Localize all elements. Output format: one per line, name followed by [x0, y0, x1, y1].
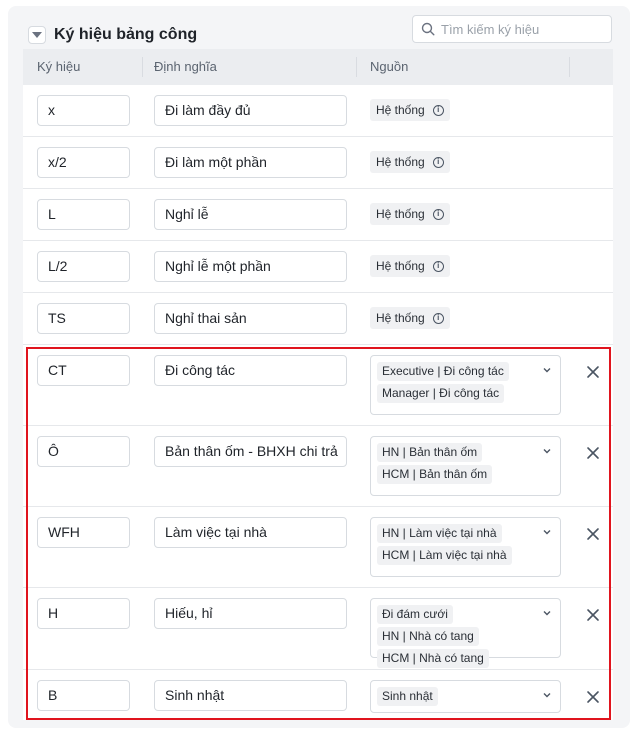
symbol-input[interactable]: B	[37, 680, 130, 711]
search-input[interactable]	[441, 21, 601, 37]
definition-input[interactable]: Đi làm một phần	[154, 147, 347, 178]
source-multiselect[interactable]: Executive | Đi công tác Manager | Đi công…	[370, 355, 561, 415]
definition-input[interactable]: Làm việc tại nhà	[154, 517, 347, 548]
table-row: CT Đi công tác Executive | Đi công tác Mana…	[23, 345, 613, 426]
symbol-input[interactable]: x/2	[37, 147, 130, 178]
source-tag: Hệ thống i	[370, 151, 450, 173]
source-chip: HN | Nhà có tang	[377, 627, 479, 646]
source-multiselect[interactable]: HN | Bản thân ốm HCM | Bản thân ốm	[370, 436, 561, 496]
symbol-input[interactable]: H	[37, 598, 130, 629]
table-row: H Hiếu, hỉ Đi đám cưới HN | Nhà có tang HCM …	[23, 588, 613, 670]
definition-input[interactable]: Đi làm đầy đủ	[154, 95, 347, 126]
source-label: Hệ thống	[376, 155, 425, 169]
info-icon[interactable]: i	[432, 208, 444, 220]
source-label: Hệ thống	[376, 103, 425, 117]
source-chip: Sinh nhật	[377, 687, 438, 706]
column-header-source: Nguồn	[370, 59, 409, 74]
source-multiselect[interactable]: Sinh nhật	[370, 680, 561, 713]
source-tag: Hệ thống i	[370, 255, 450, 277]
definition-input[interactable]: Nghỉ thai sản	[154, 303, 347, 334]
table-row: x/2 Đi làm một phần Hệ thống i	[23, 137, 613, 189]
table-row: WFH Làm việc tại nhà HN | Làm việc tại nhà…	[23, 507, 613, 588]
column-divider	[569, 57, 570, 77]
symbol-table: Ký hiệu Định nghĩa Nguồn x Đi làm đầy đủ H…	[23, 49, 613, 720]
table-row: L Nghỉ lễ Hệ thống i	[23, 189, 613, 241]
source-chip: Đi đám cưới	[377, 605, 453, 624]
definition-input[interactable]: Đi công tác	[154, 355, 347, 386]
source-label: Hệ thống	[376, 207, 425, 221]
symbol-input[interactable]: x	[37, 95, 130, 126]
column-header-definition: Định nghĩa	[154, 59, 217, 74]
chevron-down-icon[interactable]	[542, 691, 552, 699]
table-row: TS Nghỉ thai sản Hệ thống i	[23, 293, 613, 345]
column-divider	[142, 57, 143, 77]
symbol-input[interactable]: WFH	[37, 517, 130, 548]
info-icon[interactable]: i	[432, 156, 444, 168]
symbol-input[interactable]: CT	[37, 355, 130, 386]
source-chip: Manager | Đi công tác	[377, 384, 505, 403]
definition-input[interactable]: Sinh nhật	[154, 680, 347, 711]
source-chip: HCM | Bản thân ốm	[377, 465, 493, 484]
source-chip: HCM | Nhà có tang	[377, 649, 489, 668]
close-icon[interactable]	[586, 690, 600, 704]
close-icon[interactable]	[586, 365, 600, 379]
symbol-input[interactable]: Ô	[37, 436, 130, 467]
column-header-symbol: Ký hiệu	[37, 59, 81, 74]
source-label: Hệ thống	[376, 311, 425, 325]
chevron-down-icon[interactable]	[542, 528, 552, 536]
collapse-button[interactable]	[28, 26, 46, 44]
chevron-down-icon[interactable]	[542, 447, 552, 455]
section-header: Ký hiệu bảng công	[28, 22, 197, 48]
source-multiselect[interactable]: Đi đám cưới HN | Nhà có tang HCM | Nhà có …	[370, 598, 561, 668]
source-label: Hệ thống	[376, 259, 425, 273]
section-title: Ký hiệu bảng công	[54, 26, 198, 43]
definition-input[interactable]: Nghỉ lễ	[154, 199, 347, 230]
table-row: Ô Bản thân ốm - BHXH chi trả HN | Bản thân…	[23, 426, 613, 507]
chevron-down-icon[interactable]	[542, 366, 552, 374]
symbol-input[interactable]: L	[37, 199, 130, 230]
search-icon	[421, 22, 435, 36]
definition-input[interactable]: Bản thân ốm - BHXH chi trả	[154, 436, 347, 467]
source-chip: HN | Bản thân ốm	[377, 443, 483, 462]
info-icon[interactable]: i	[432, 104, 444, 116]
column-divider	[356, 57, 357, 77]
definition-input[interactable]: Hiếu, hỉ	[154, 598, 347, 629]
source-chip: Executive | Đi công tác	[377, 362, 509, 381]
source-tag: Hệ thống i	[370, 99, 450, 121]
definition-input[interactable]: Nghỉ lễ một phần	[154, 251, 347, 282]
source-chip: HN | Làm việc tại nhà	[377, 524, 502, 543]
close-icon[interactable]	[586, 446, 600, 460]
table-row: L/2 Nghỉ lễ một phần Hệ thống i	[23, 241, 613, 293]
source-chip: HCM | Làm việc tại nhà	[377, 546, 512, 565]
table-header: Ký hiệu Định nghĩa Nguồn	[23, 49, 613, 85]
table-row: B Sinh nhật Sinh nhật	[23, 670, 613, 720]
close-icon[interactable]	[586, 608, 600, 622]
symbol-input[interactable]: TS	[37, 303, 130, 334]
close-icon[interactable]	[586, 527, 600, 541]
triangle-down-icon	[32, 32, 42, 38]
source-tag: Hệ thống i	[370, 203, 450, 225]
info-icon[interactable]: i	[432, 312, 444, 324]
table-body: x Đi làm đầy đủ Hệ thống i x/2 Đi làm một phầ…	[23, 85, 613, 720]
symbol-search[interactable]	[412, 15, 612, 43]
info-icon[interactable]: i	[432, 260, 444, 272]
symbol-input[interactable]: L/2	[37, 251, 130, 282]
chevron-down-icon[interactable]	[542, 609, 552, 617]
source-tag: Hệ thống i	[370, 307, 450, 329]
table-row: x Đi làm đầy đủ Hệ thống i	[23, 85, 613, 137]
source-multiselect[interactable]: HN | Làm việc tại nhà HCM | Làm việc tại …	[370, 517, 561, 577]
